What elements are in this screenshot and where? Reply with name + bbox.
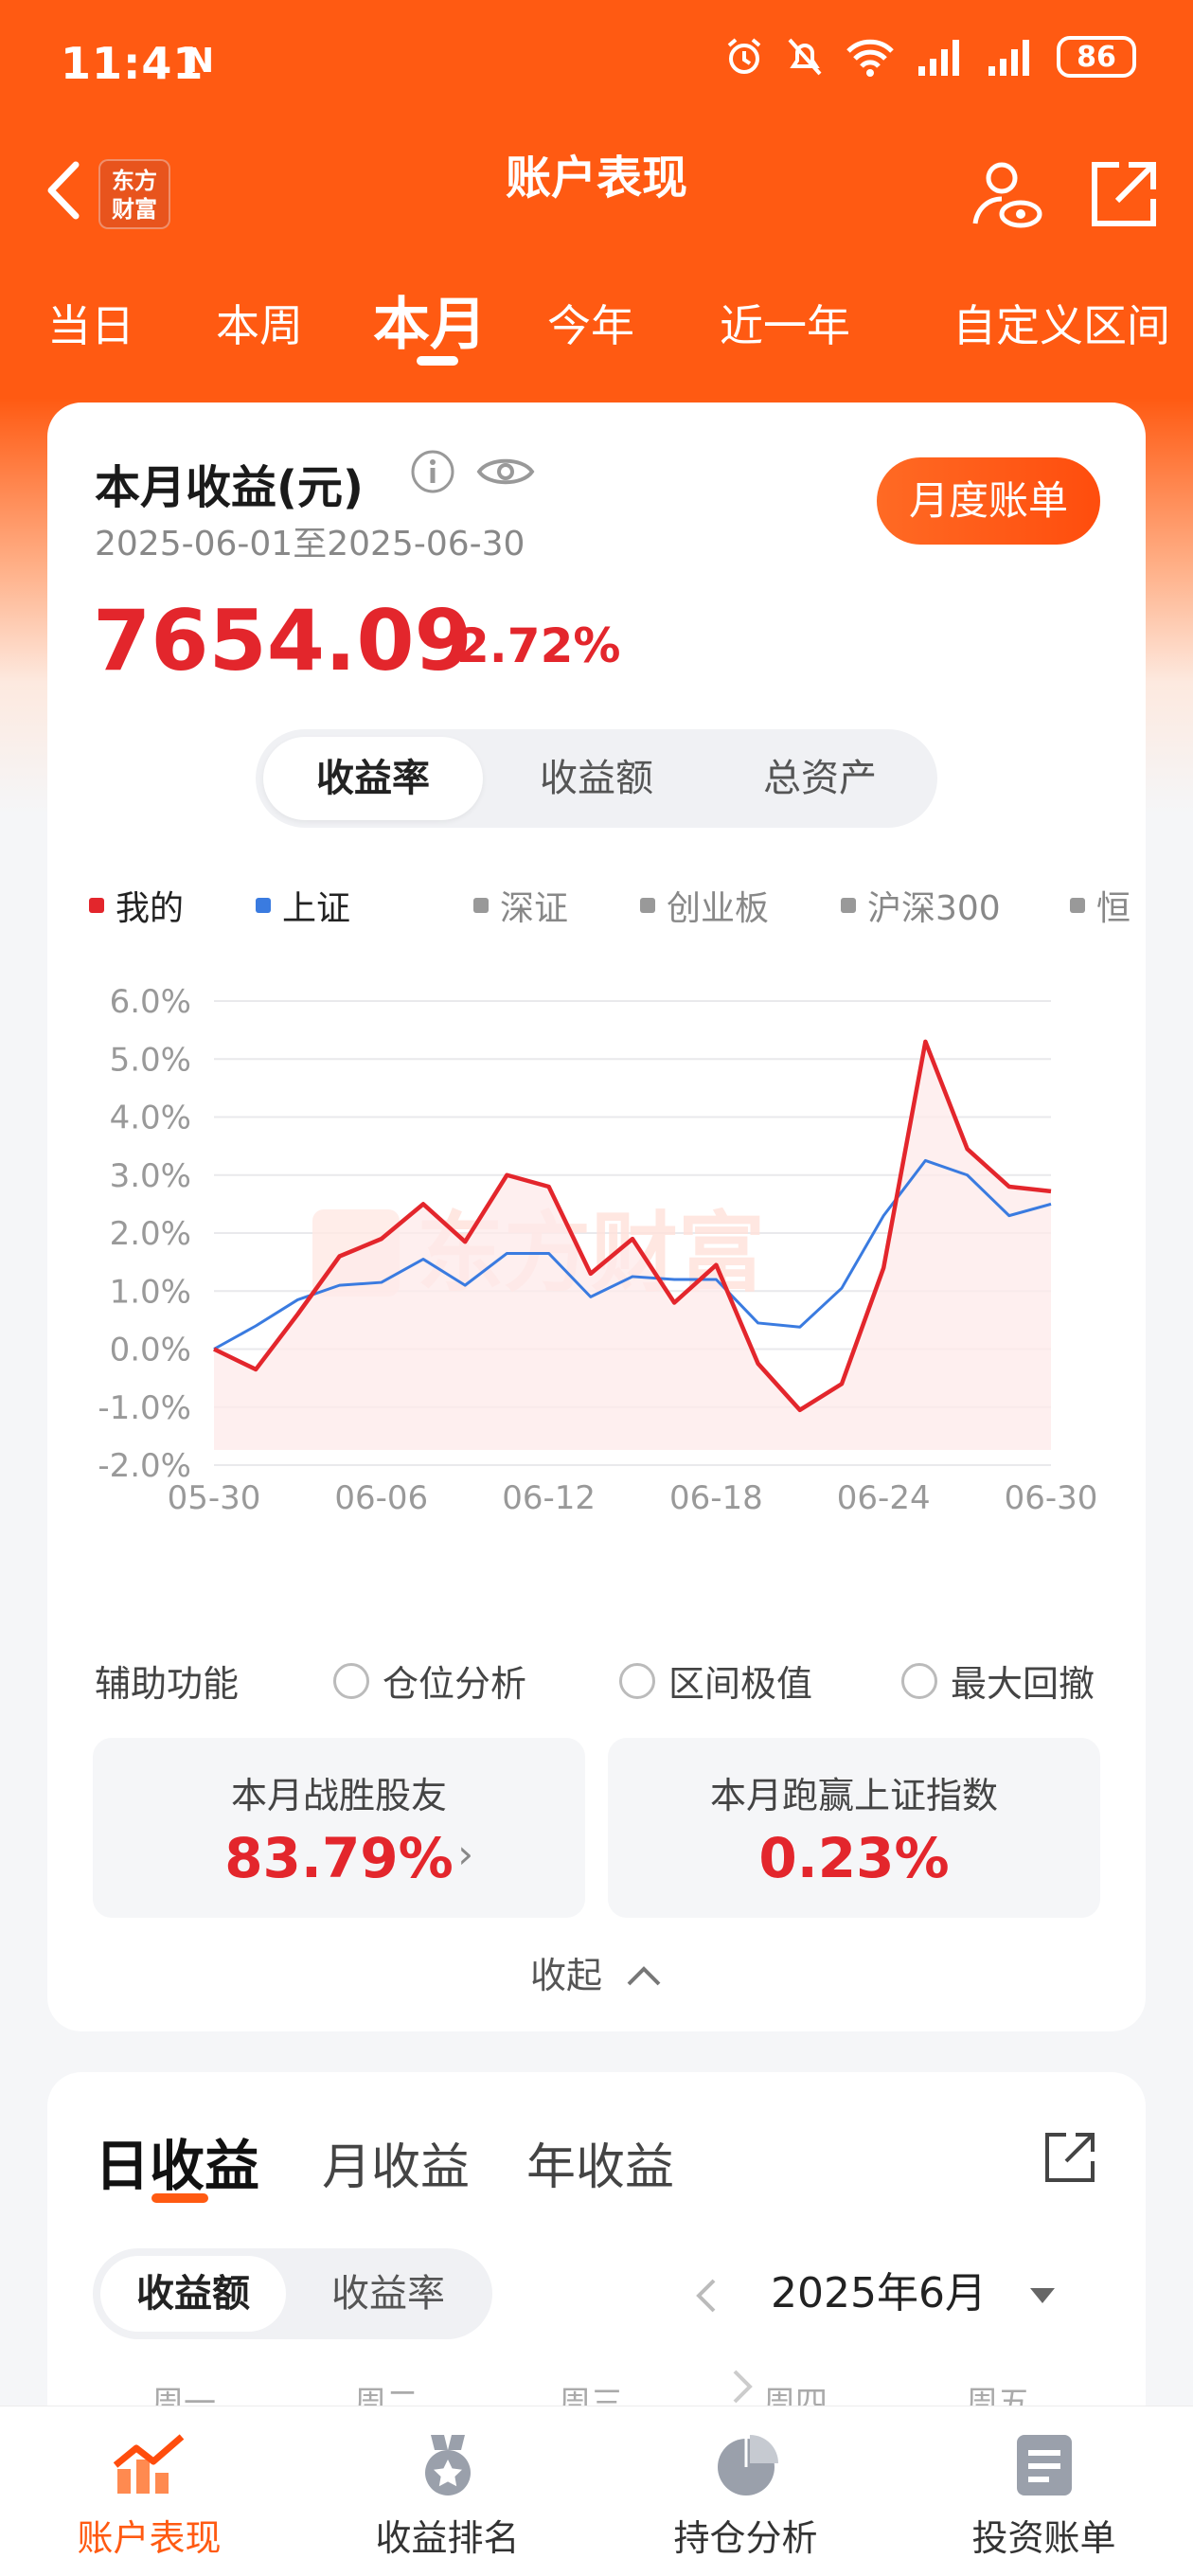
x-tick-label: 06-30 xyxy=(1005,1479,1098,1517)
y-tick-label: 0.0% xyxy=(110,1332,191,1369)
eye-icon[interactable] xyxy=(475,448,536,495)
signal-icon xyxy=(918,40,959,76)
tab-daily-earnings[interactable]: 日收益 xyxy=(95,2121,259,2201)
monthly-profit-value: 7654.09 xyxy=(93,592,472,689)
x-tick-label: 05-30 xyxy=(168,1479,261,1517)
legend-mine[interactable]: 我的 xyxy=(89,881,184,930)
stat-value: 0.23% xyxy=(758,1826,950,1890)
toggle-rate[interactable]: 收益率 xyxy=(295,2256,481,2332)
nav-earnings-ranking[interactable]: 收益排名 xyxy=(298,2406,596,2576)
stat-beat-peers[interactable]: 本月战胜股友 83.79% › xyxy=(93,1738,585,1918)
chevron-right-icon: › xyxy=(457,1831,473,1877)
stat-value: 83.79% xyxy=(224,1826,454,1890)
alarm-icon xyxy=(727,38,761,74)
performance-chart-icon xyxy=(113,2434,184,2494)
legend-shanghai[interactable]: 上证 xyxy=(256,881,350,930)
assist-label: 辅助功能 xyxy=(95,1663,240,1705)
mute-bell-icon xyxy=(788,38,822,76)
chevron-up-icon xyxy=(627,1966,661,1986)
legend-shenzhen[interactable]: 深证 xyxy=(473,881,568,930)
wifi-icon xyxy=(846,39,894,77)
legend-hangseng[interactable]: 恒 xyxy=(1070,881,1131,930)
medal-icon xyxy=(424,2435,471,2496)
collapse-button[interactable]: 收起 xyxy=(47,1946,1146,1998)
radio-range-extremes[interactable]: 区间极值 xyxy=(619,1655,812,1707)
bottom-navigation: 账户表现 收益排名 持仓分析 投资账单 xyxy=(0,2406,1193,2576)
assist-functions: 辅助功能 仓位分析 区间极值 最大回撤 xyxy=(95,1655,1117,1711)
dropdown-triangle-icon[interactable] xyxy=(1028,2286,1057,2305)
earnings-toggle: 收益额 收益率 xyxy=(93,2248,492,2339)
status-bar: 11:41 N 86 xyxy=(0,0,1193,133)
tab-last-year[interactable]: 近一年 xyxy=(720,292,850,354)
metric-tab-total-assets[interactable]: 总资产 xyxy=(710,737,930,820)
return-line-chart: 6.0%5.0%4.0%3.0%2.0%1.0%0.0%-1.0%-2.0%东方… xyxy=(98,983,1098,1517)
metric-segmented-control: 收益率 收益额 总资产 xyxy=(256,729,937,828)
status-time: 11:41 xyxy=(61,38,205,89)
account-view-icon[interactable] xyxy=(970,157,1045,233)
chevron-right-icon[interactable] xyxy=(729,2368,757,2406)
x-tick-label: 06-06 xyxy=(334,1479,428,1517)
y-tick-label: 6.0% xyxy=(110,983,191,1021)
radio-position-analysis[interactable]: 仓位分析 xyxy=(333,1655,526,1707)
metric-tab-amount[interactable]: 收益额 xyxy=(487,737,706,820)
y-tick-label: 3.0% xyxy=(110,1157,191,1195)
signal-icon-2 xyxy=(988,40,1029,76)
tab-this-year[interactable]: 今年 xyxy=(547,292,634,354)
info-icon[interactable] xyxy=(409,448,456,495)
stat-title: 本月战胜股友 xyxy=(230,1775,447,1816)
nav-investment-statement[interactable]: 投资账单 xyxy=(895,2406,1193,2576)
y-tick-label: 5.0% xyxy=(110,1041,191,1079)
earnings-tab-indicator xyxy=(151,2193,208,2203)
tab-this-week[interactable]: 本周 xyxy=(216,292,303,354)
nfc-icon: N xyxy=(186,42,215,80)
monthly-profit-percent: 2.72% xyxy=(456,618,621,673)
document-icon xyxy=(1016,2435,1072,2496)
period-tabs: 当日 本周 本月 今年 近一年 自定义区间 xyxy=(0,265,1193,369)
y-tick-label: -1.0% xyxy=(98,1389,191,1427)
stat-beat-index: 本月跑赢上证指数 0.23% xyxy=(608,1738,1100,1918)
y-tick-label: 4.0% xyxy=(110,1100,191,1137)
x-tick-label: 06-18 xyxy=(669,1479,763,1517)
chevron-left-icon[interactable] xyxy=(691,2277,720,2315)
nav-holdings-analysis[interactable]: 持仓分析 xyxy=(596,2406,895,2576)
current-month[interactable]: 2025年6月 xyxy=(771,2269,987,2317)
share-icon[interactable] xyxy=(1085,157,1161,233)
stat-title: 本月跑赢上证指数 xyxy=(709,1775,998,1816)
tab-custom-range[interactable]: 自定义区间 xyxy=(953,292,1170,354)
chart-legend: 我的 上证 深证 创业板 沪深300 恒 xyxy=(89,881,1131,938)
x-tick-label: 06-24 xyxy=(837,1479,931,1517)
legend-chinext[interactable]: 创业板 xyxy=(640,881,769,930)
nav-account-performance[interactable]: 账户表现 xyxy=(0,2406,298,2576)
tab-yearly-earnings[interactable]: 年收益 xyxy=(526,2127,674,2198)
radio-max-drawdown[interactable]: 最大回撤 xyxy=(901,1655,1095,1707)
battery-icon: 86 xyxy=(1057,36,1136,78)
tab-monthly-earnings[interactable]: 月收益 xyxy=(322,2127,470,2198)
tab-today[interactable]: 当日 xyxy=(47,292,134,354)
status-icons: 86 xyxy=(723,36,1136,78)
app-header: 东方 财富 账户表现 xyxy=(0,133,1193,246)
y-tick-label: 2.0% xyxy=(110,1215,191,1253)
legend-csi300[interactable]: 沪深300 xyxy=(841,881,1001,930)
metric-tab-rate[interactable]: 收益率 xyxy=(263,737,483,820)
pie-chart-icon xyxy=(717,2435,778,2496)
share-icon[interactable] xyxy=(1042,2129,1098,2186)
tab-indicator xyxy=(417,356,458,366)
date-range: 2025-06-01至2025-06-30 xyxy=(95,525,525,564)
x-tick-label: 06-12 xyxy=(502,1479,596,1517)
monthly-summary-card: 本月收益(元) 2025-06-01至2025-06-30 月度账单 7654.… xyxy=(47,402,1146,2031)
month-selector: 2025年6月 xyxy=(691,2248,1108,2404)
tab-this-month[interactable]: 本月 xyxy=(373,278,487,361)
summary-title: 本月收益(元) xyxy=(95,461,364,514)
monthly-bill-button[interactable]: 月度账单 xyxy=(876,457,1100,545)
toggle-amount[interactable]: 收益额 xyxy=(100,2256,286,2332)
y-tick-label: 1.0% xyxy=(110,1273,191,1311)
